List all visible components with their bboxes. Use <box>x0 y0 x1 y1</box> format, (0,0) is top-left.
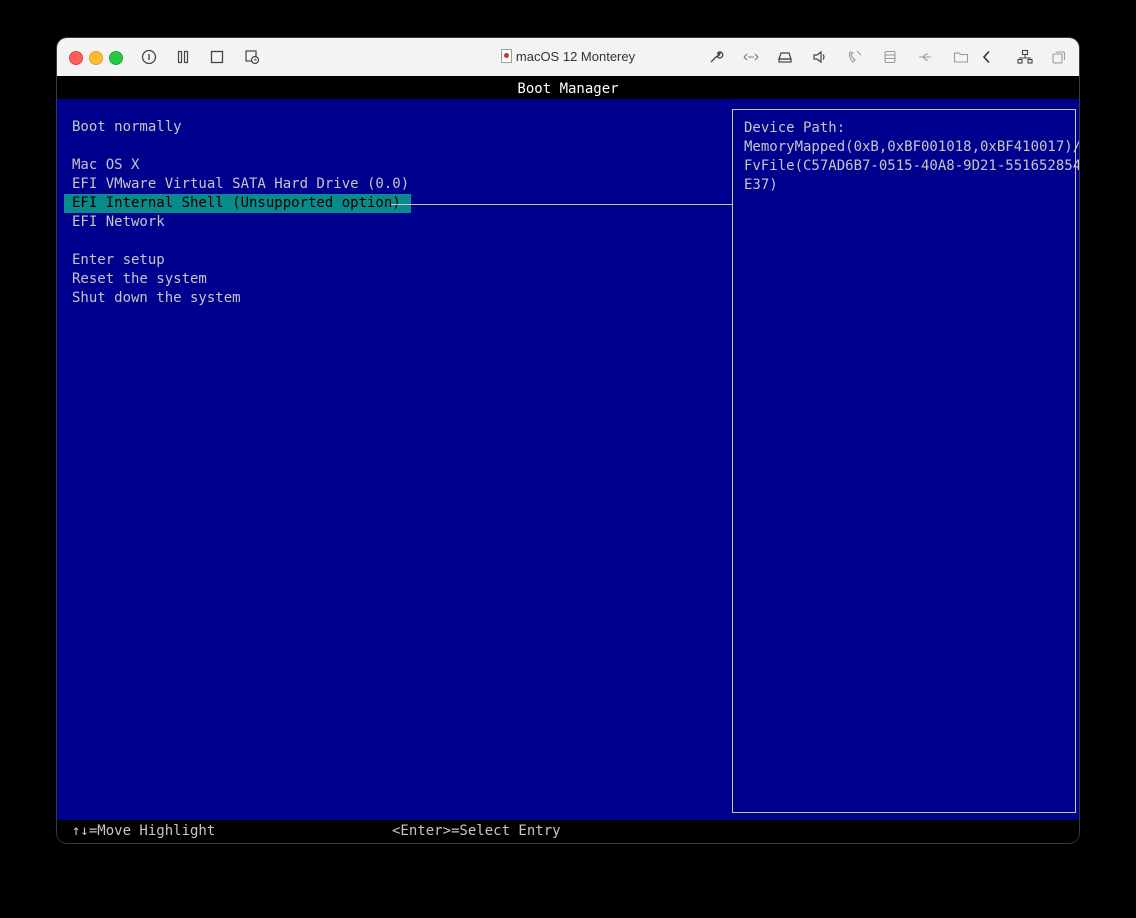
window-title-text: macOS 12 Monterey <box>515 49 636 64</box>
menu-item-mac-os-x[interactable]: Mac OS X <box>72 156 139 175</box>
fullscreen-icon[interactable] <box>1050 48 1068 66</box>
menu-item-enter-setup[interactable]: Enter setup <box>72 251 165 270</box>
network-devices-icon[interactable] <box>1016 48 1034 66</box>
back-chevron-icon[interactable] <box>978 48 996 66</box>
device-path-line: MemoryMapped(0xB,0xBF001018,0xBF410017)/ <box>744 139 1079 155</box>
menu-item-shut-down[interactable]: Shut down the system <box>72 289 241 308</box>
speaker-icon[interactable] <box>811 48 829 66</box>
menu-item-reset-system[interactable]: Reset the system <box>72 270 207 289</box>
vm-window: macOS 12 Monterey Boot Manager Boot norm… <box>57 38 1079 843</box>
disk-drive-icon[interactable] <box>776 48 794 66</box>
menu-item-efi-network[interactable]: EFI Network <box>72 213 165 232</box>
selection-connector-line <box>391 204 732 205</box>
menu-item-vmware-sata-drive[interactable]: EFI VMware Virtual SATA Hard Drive (0.0) <box>72 175 409 194</box>
camera-icon[interactable] <box>846 48 864 66</box>
boot-manager-panel: Boot normally Mac OS X EFI VMware Virtua… <box>57 99 1079 820</box>
device-path-line: E37) <box>744 177 778 193</box>
usb-icon[interactable] <box>916 48 934 66</box>
select-entry-hint: <Enter>=Select Entry <box>392 823 561 839</box>
boot-manager-header: Boot Manager <box>57 80 1079 99</box>
menu-item-efi-internal-shell[interactable]: EFI Internal Shell (Unsupported option) <box>64 194 411 213</box>
device-info-box: Device Path: MemoryMapped(0xB,0xBF001018… <box>732 109 1079 813</box>
settings-wrench-icon[interactable] <box>707 48 725 66</box>
vm-document-icon <box>500 49 512 63</box>
move-highlight-hint: ↑↓=Move Highlight <box>72 823 216 839</box>
shared-folder-icon[interactable] <box>952 48 970 66</box>
network-arrows-icon[interactable] <box>742 48 760 66</box>
title-bar: macOS 12 Monterey <box>57 38 1079 77</box>
storage-icon[interactable] <box>881 48 899 66</box>
device-path-label: Device Path: <box>744 120 846 136</box>
menu-item-boot-normally[interactable]: Boot normally <box>72 118 182 137</box>
key-hints-bar: ↑↓=Move Highlight <Enter>=Select Entry <box>57 820 1079 843</box>
device-path-line: FvFile(C57AD6B7-0515-40A8-9D21-551652854 <box>744 158 1079 174</box>
vm-screen[interactable]: Boot Manager Boot normally Mac OS X EFI … <box>57 76 1079 843</box>
